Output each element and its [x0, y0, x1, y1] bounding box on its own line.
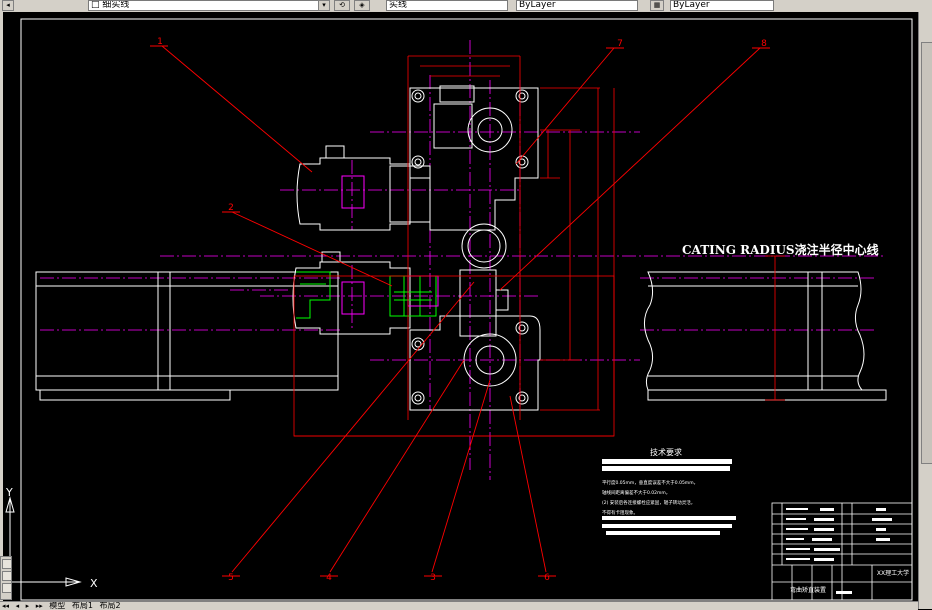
- callout-2: 2: [228, 203, 234, 213]
- insert-tool-icon[interactable]: [2, 583, 12, 593]
- callout-1: 1: [157, 37, 163, 47]
- tech-req-line-1: 平行度0.05mm，垂直度误差不大于0.05mm，: [602, 479, 698, 486]
- callout-8: 8: [761, 39, 767, 49]
- draw-tool-icon[interactable]: [2, 559, 12, 569]
- linetype-dropdown[interactable]: 实线: [386, 0, 508, 11]
- title-block-drawing-name: 弯曲矫直装置: [790, 586, 826, 594]
- ucs-y-label: Y: [5, 486, 13, 499]
- drawing-canvas[interactable]: 1 2 7 8 5 4 3 6 CATING RADIUS浇注半径中心线 技术要…: [3, 12, 918, 601]
- tech-req-line-3: (2) 安装后各连接螺栓应紧固，辊子转动灵活，: [602, 499, 695, 506]
- layer-dropdown-arrow[interactable]: ▾: [318, 0, 330, 11]
- plot-style-dropdown[interactable]: ByLayer: [670, 0, 774, 11]
- tech-req-line-2: 轴线间距离偏差不大于0.02mm，: [602, 489, 670, 496]
- title-block-school: XX理工大学: [877, 569, 909, 577]
- callout-7: 7: [617, 39, 623, 49]
- casting-radius-label: CATING RADIUS浇注半径中心线: [682, 242, 879, 257]
- layer-previous-icon[interactable]: ⟲: [334, 0, 350, 11]
- callout-5: 5: [228, 573, 234, 583]
- callout-6: 6: [544, 573, 550, 583]
- ucs-x-label: X: [90, 577, 98, 590]
- callout-3: 3: [430, 573, 436, 583]
- tech-req-title: 技术要求: [650, 447, 682, 457]
- toolbar-scroll-left-button[interactable]: ◂: [2, 0, 14, 11]
- vertical-scrollbar[interactable]: [918, 12, 932, 609]
- plot-style-icon[interactable]: ▦: [650, 0, 664, 11]
- modify-tool-icon[interactable]: [2, 571, 12, 581]
- vertical-scrollbar-thumb[interactable]: [921, 42, 932, 464]
- color-dropdown[interactable]: ByLayer: [516, 0, 638, 11]
- side-toolbar: [0, 556, 12, 600]
- layer-tool-icon[interactable]: ◈: [354, 0, 370, 11]
- layer-dropdown[interactable]: □ 细实线: [88, 0, 320, 11]
- callout-4: 4: [326, 573, 332, 583]
- tech-req-line-4: 不得有卡阻现象。: [602, 509, 638, 516]
